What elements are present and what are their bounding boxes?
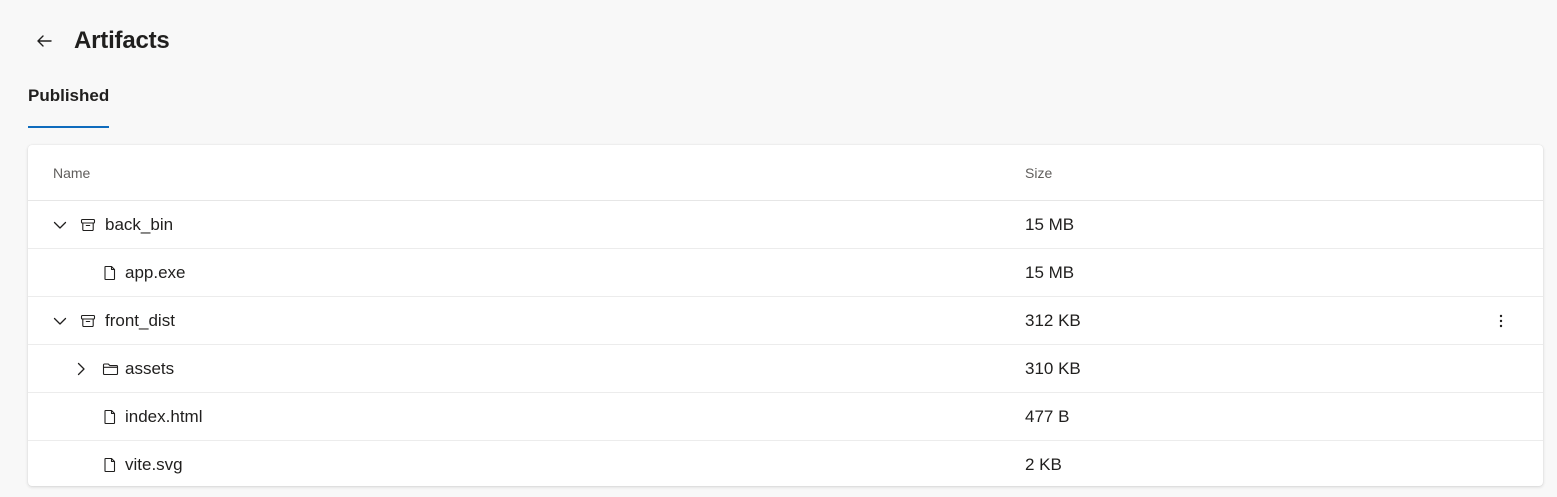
table-row[interactable]: assets 310 KB [28,345,1543,393]
row-size: 15 MB [1025,214,1075,234]
row-size: 477 B [1025,406,1070,426]
more-actions-button[interactable] [1489,309,1513,333]
table-row[interactable]: vite.svg 2 KB [28,441,1543,486]
archive-icon [79,216,97,234]
page-title: Artifacts [74,27,170,54]
row-name[interactable]: index.html [125,407,202,427]
row-size: 2 KB [1025,454,1062,474]
column-header-size[interactable]: Size [1025,165,1543,181]
page-header: Artifacts [28,24,170,58]
row-size: 312 KB [1025,310,1081,330]
table-row[interactable]: back_bin 15 MB [28,201,1543,249]
chevron-right-icon[interactable] [72,360,90,378]
table-header: Name Size [28,145,1543,201]
file-icon [101,408,119,426]
more-vertical-icon [1493,313,1509,329]
table-row[interactable]: app.exe 15 MB [28,249,1543,297]
row-name[interactable]: back_bin [105,215,173,235]
chevron-down-icon[interactable] [51,216,69,234]
chevron-down-icon[interactable] [51,312,69,330]
archive-icon [79,312,97,330]
row-size: 310 KB [1025,358,1081,378]
artifacts-table: Name Size back_bin 15 MB app.exe 15 MB f… [28,145,1543,486]
row-name[interactable]: assets [125,359,174,379]
folder-icon [101,360,119,378]
arrow-left-icon [35,32,53,50]
table-row[interactable]: front_dist 312 KB [28,297,1543,345]
table-row[interactable]: index.html 477 B [28,393,1543,441]
row-size: 15 MB [1025,262,1075,282]
column-header-name[interactable]: Name [28,165,1025,181]
file-icon [101,264,119,282]
row-name[interactable]: front_dist [105,311,175,331]
tab-bar: Published [28,86,110,128]
back-button[interactable] [28,25,60,57]
row-name[interactable]: app.exe [125,263,186,283]
tab-published[interactable]: Published [28,86,110,128]
row-name[interactable]: vite.svg [125,455,183,475]
file-icon [101,456,119,474]
